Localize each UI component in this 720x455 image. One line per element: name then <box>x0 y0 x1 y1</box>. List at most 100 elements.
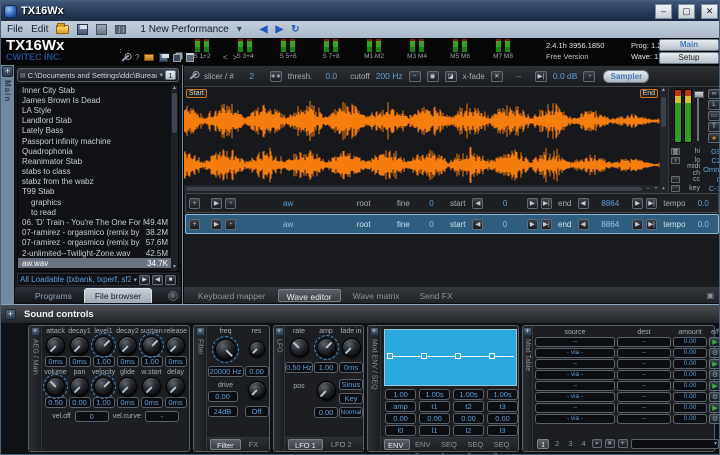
knob[interactable] <box>70 377 89 396</box>
file-row[interactable]: 2-unlimited--Twilight-Zone.wav 42.5M <box>18 248 178 258</box>
gain-knob-icon[interactable]: ◔ <box>583 71 595 82</box>
param-icon[interactable] <box>671 185 680 192</box>
xfade-clear-icon[interactable]: ✕ <box>491 71 503 82</box>
setup-button[interactable]: Setup <box>659 52 719 64</box>
file-row[interactable]: aw.wav 34.7K <box>18 258 178 268</box>
file-row[interactable]: T99 Stab <box>18 187 178 197</box>
rate-value[interactable]: 0.50 Hz <box>285 362 313 373</box>
mod-dest[interactable]: -- <box>617 403 671 413</box>
knob-value[interactable]: 0.00 <box>69 397 91 408</box>
mod-amount[interactable]: 0.00 <box>673 370 707 380</box>
mod-source[interactable]: -- <box>535 337 615 347</box>
mod-dest[interactable]: -- <box>617 348 671 358</box>
knob-value[interactable]: 0ms <box>45 356 67 367</box>
start-inc-icon[interactable]: ▶ <box>527 219 538 230</box>
preview-play-button[interactable]: ▶ <box>139 275 150 285</box>
zoom-out-icon[interactable]: − <box>644 186 652 193</box>
amp-value[interactable]: 1.00 <box>314 362 338 373</box>
file-row[interactable]: 07-ramirez - orgasmico (remix by 57.6M <box>18 238 178 248</box>
mod-page-tab[interactable]: 3 <box>565 439 575 449</box>
start-value[interactable]: 0 <box>486 220 524 229</box>
env-cell[interactable]: 1.00s <box>453 389 484 400</box>
knob-value[interactable]: 0ms <box>165 397 187 408</box>
fine-value[interactable]: 0 <box>420 220 443 229</box>
mod-page-tab[interactable]: 2 <box>552 439 562 449</box>
browser-tab[interactable]: Programs <box>25 289 82 303</box>
knob-value[interactable]: 0ms <box>165 356 187 367</box>
lfo-tab[interactable]: LFO 2 <box>325 439 358 450</box>
knob-value[interactable]: 0ms <box>141 397 163 408</box>
main-button[interactable]: Main <box>659 39 719 51</box>
filter-dropdown-icon[interactable]: ▾ <box>133 276 137 284</box>
param-icon[interactable] <box>671 176 680 183</box>
minimize-button[interactable]: – <box>655 4 672 19</box>
drive-knob[interactable] <box>248 381 266 399</box>
file-row[interactable]: Quadrophonia <box>18 146 178 156</box>
tool-selection-icon[interactable]: ◪ <box>445 71 457 82</box>
slice-row[interactable]: + ▶ ◔ aw root fine 0 start ◀ 0 ▶ ▶| end … <box>185 193 719 213</box>
mod-ef-icon[interactable]: ⚙ <box>709 392 720 402</box>
modtable-add-button[interactable]: + <box>523 327 532 336</box>
mod-source[interactable]: - via - <box>535 392 615 402</box>
lfo-trigger[interactable]: Key <box>339 393 363 404</box>
mod-ef-icon[interactable]: ⚙ <box>709 370 720 380</box>
sampler-mode-button[interactable]: L <box>708 100 720 110</box>
env-cell[interactable]: l2 <box>453 425 484 436</box>
editor-tab[interactable]: Keyboard mapper <box>190 289 274 302</box>
current-path[interactable]: C:\Documents and Settings\ddc\Bureau\ <box>28 71 158 80</box>
open-icon[interactable] <box>56 25 69 34</box>
envelope-display[interactable] <box>384 329 517 386</box>
snap-icon[interactable]: ▶| <box>535 71 547 82</box>
mod-ef-icon[interactable]: ▶ <box>709 359 720 369</box>
mod-ef-icon[interactable]: ▶ <box>709 381 720 391</box>
tool-wrench-icon[interactable] <box>189 72 197 79</box>
filter-slope[interactable]: 24dB <box>208 406 238 417</box>
start-snap-icon[interactable]: ▶| <box>541 219 552 230</box>
param-value[interactable]: C-1 <box>703 184 720 193</box>
slice-now-button[interactable]: ∗∗ <box>270 71 282 82</box>
mod-source[interactable]: -- <box>535 381 615 391</box>
editor-tab[interactable]: Send FX <box>412 289 461 302</box>
end-value[interactable]: 8864 <box>592 199 630 208</box>
lfo-wave[interactable]: Sinus <box>339 379 363 390</box>
menu-file[interactable]: File <box>7 24 23 35</box>
modenv-tab[interactable]: SEQ 2 <box>464 439 488 450</box>
env-cell[interactable]: 0.00 <box>419 413 450 424</box>
slice-row[interactable]: + ▶ ◔ aw root fine 0 start ◀ 0 ▶ ▶| end … <box>185 214 719 234</box>
knob[interactable] <box>166 336 185 355</box>
waveform-vscrollbar[interactable]: ▲ + <box>660 87 668 193</box>
param-value[interactable]: C2 <box>703 156 720 165</box>
level-fader[interactable] <box>697 91 699 141</box>
env-cell[interactable]: 1.00s <box>487 389 518 400</box>
env-cell[interactable]: amp <box>385 401 416 412</box>
file-filter-bar[interactable]: All Loadable (txbank, txperf, sf2...) ▾ … <box>17 273 179 286</box>
env-cell[interactable]: 0.00 <box>385 413 416 424</box>
env-node[interactable] <box>387 353 393 359</box>
end-value[interactable]: 8864 <box>592 220 630 229</box>
param-icon[interactable]: ♪ <box>671 157 680 164</box>
start-value[interactable]: 0 <box>486 199 524 208</box>
file-row[interactable]: LA Style <box>18 105 178 115</box>
filter-mode[interactable]: Off <box>245 406 269 417</box>
velcurve-value[interactable]: - <box>145 411 179 422</box>
start-dec-icon[interactable]: ◀ <box>472 198 483 209</box>
file-row[interactable]: Inner City Stab <box>18 85 178 95</box>
env-cell[interactable]: t3 <box>487 401 518 412</box>
vscroll-up-icon[interactable]: ▲ <box>660 87 667 94</box>
mod-dest[interactable]: -- <box>617 392 671 402</box>
file-row[interactable]: James Brown Is Dead <box>18 95 178 105</box>
mod-amount[interactable]: 0.00 <box>673 392 707 402</box>
tempo-value[interactable]: 0.0 <box>692 199 715 208</box>
title-bar[interactable]: TX16Wx – ▢ ✕ <box>1 1 720 21</box>
modenv-tab[interactable]: ENV 1 <box>384 439 410 450</box>
filter-add-button[interactable]: + <box>196 327 205 336</box>
knob-value[interactable]: 0ms <box>69 356 91 367</box>
mod-amount[interactable]: 0.00 <box>673 359 707 369</box>
end-dec-icon[interactable]: ◀ <box>578 198 589 209</box>
fadein-knob[interactable] <box>342 338 361 357</box>
file-row[interactable]: stabz from the wabz <box>18 177 178 187</box>
knob[interactable] <box>142 336 161 355</box>
env-cell[interactable]: 0.00 <box>487 413 518 424</box>
mod-source[interactable]: - via - <box>535 348 615 358</box>
editor-panel-icon[interactable]: ▣ <box>706 291 714 300</box>
